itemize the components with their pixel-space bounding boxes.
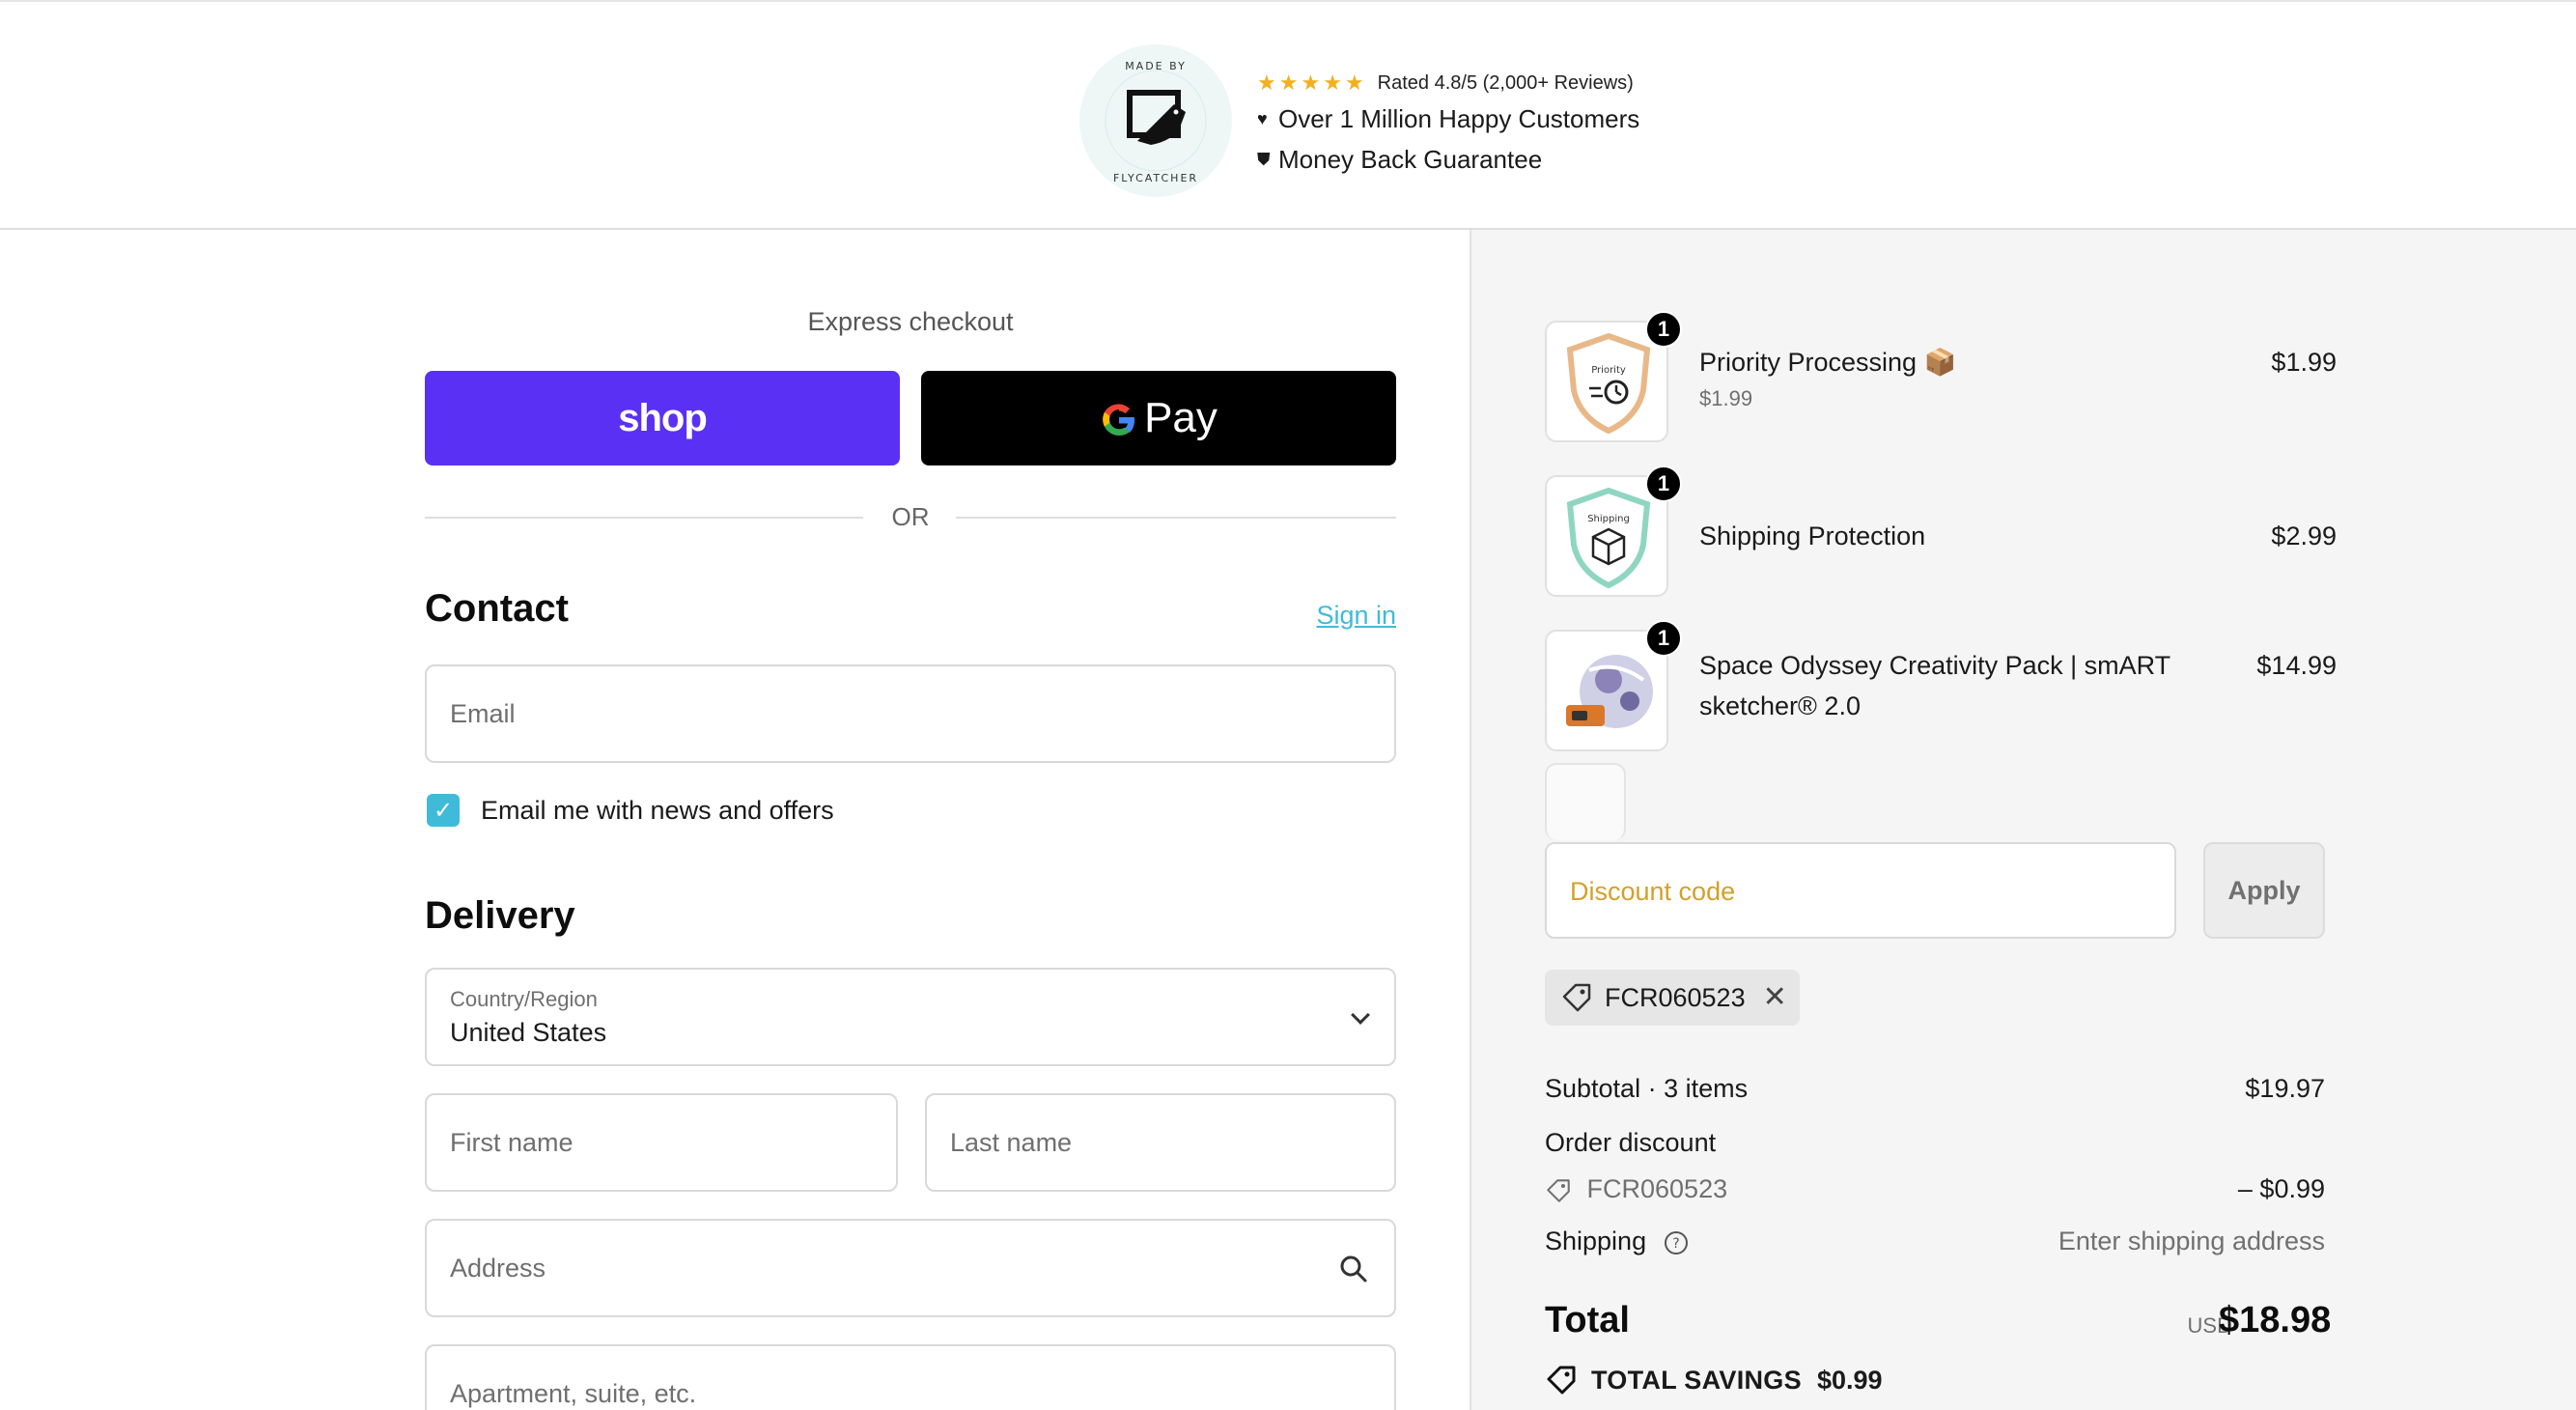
- item-price: $2.99: [2271, 522, 2337, 550]
- subtotal-value: $19.97: [2245, 1074, 2325, 1103]
- email-placeholder: Email: [450, 699, 516, 728]
- search-icon: [1340, 1255, 1367, 1283]
- first-name-placeholder: First name: [450, 1128, 574, 1157]
- google-pay-button[interactable]: Pay: [921, 371, 1396, 465]
- star-icon: ★: [1323, 70, 1342, 95]
- svg-text:FLYCATCHER: FLYCATCHER: [1113, 172, 1198, 184]
- sketcher-product-image: [1566, 655, 1653, 728]
- or-divider: OR: [425, 502, 1396, 531]
- total-value: $18.98: [2219, 1300, 2332, 1340]
- guarantee-text: Money Back Guarantee: [1278, 144, 1543, 174]
- address-placeholder: Address: [450, 1254, 546, 1283]
- rating-stars: ★ ★ ★ ★ ★: [1257, 72, 1364, 94]
- order-discount-code: FCR060523: [1586, 1174, 1728, 1203]
- country-select[interactable]: Country/Region United States: [425, 968, 1396, 1066]
- apartment-field[interactable]: Apartment, suite, etc.: [425, 1344, 1396, 1410]
- applied-discount-code: FCR060523: [1605, 982, 1746, 1012]
- trust-header: MADE BY FLYCATCHER ★ ★ ★ ★ ★ Rated 4.8/5…: [0, 0, 2576, 230]
- discount-placeholder: Discount code: [1570, 877, 1736, 906]
- svg-text:Priority: Priority: [1591, 365, 1626, 376]
- item-price: $14.99: [2256, 651, 2337, 680]
- tag-icon: [1547, 1366, 1576, 1395]
- country-label: Country/Region: [450, 987, 598, 1011]
- apply-discount-button[interactable]: Apply: [2203, 842, 2325, 939]
- item-thumbnail-partial: [1545, 763, 1626, 840]
- subtotal-label: Subtotal · 3 items: [1545, 1074, 1749, 1103]
- delivery-title: Delivery: [425, 894, 575, 937]
- priority-shield-icon: Priority: [1566, 332, 1651, 435]
- shipping-row: Shipping ? Enter shipping address: [1545, 1227, 2325, 1256]
- item-unit-price: $1.99: [1699, 386, 1753, 410]
- or-label: OR: [891, 502, 930, 531]
- shield-icon: ⛊: [1257, 149, 1271, 169]
- apartment-placeholder: Apartment, suite, etc.: [450, 1379, 697, 1408]
- order-discount-label: Order discount: [1545, 1128, 1717, 1157]
- google-g-icon: [1100, 394, 1138, 442]
- remove-discount-icon[interactable]: ✕: [1763, 983, 1787, 1012]
- tag-icon: [1562, 983, 1591, 1012]
- line-item: Priority 1 Priority Processing 📦 $1.99 $…: [1545, 311, 2337, 442]
- item-name-line1: Space Odyssey Creativity Pack | smART: [1699, 651, 2171, 680]
- heart-icon: ♥: [1257, 108, 1268, 128]
- savings-value: $0.99: [1816, 1365, 1883, 1395]
- bird-logo-icon: MADE BY FLYCATCHER: [1084, 49, 1227, 192]
- help-circle-icon[interactable]: ?: [1664, 1230, 1689, 1255]
- shipping-shield-icon: Shipping: [1566, 487, 1651, 589]
- item-price: $1.99: [2271, 348, 2337, 377]
- subtotal-row: Subtotal · 3 items $19.97: [1545, 1074, 2325, 1104]
- last-name-placeholder: Last name: [950, 1128, 1073, 1157]
- newsletter-checkbox[interactable]: ✓: [427, 794, 460, 827]
- quantity-badge: 1: [1645, 620, 1682, 657]
- line-item: Shipping 1 Shipping Protection $2.99: [1545, 465, 2337, 597]
- svg-text:Shipping: Shipping: [1587, 514, 1630, 524]
- shipping-label: Shipping: [1545, 1227, 1647, 1255]
- total-savings: TOTAL SAVINGS $0.99: [1545, 1364, 1883, 1396]
- contact-title: Contact: [425, 587, 569, 630]
- order-discount-code-row: FCR060523 – $0.99: [1545, 1174, 2325, 1204]
- address-field[interactable]: Address: [425, 1219, 1396, 1317]
- express-checkout-label: Express checkout: [807, 307, 1014, 336]
- quantity-badge: 1: [1645, 311, 1682, 348]
- tag-icon: [1547, 1179, 1570, 1202]
- check-icon: ✓: [433, 797, 454, 824]
- star-icon: ★: [1257, 70, 1276, 95]
- item-thumbnail: Priority 1: [1545, 311, 1682, 442]
- item-thumbnail: Shipping 1: [1545, 465, 1682, 597]
- item-thumbnail: 1: [1545, 620, 1682, 751]
- country-value: United States: [450, 1018, 607, 1047]
- item-name: Priority Processing 📦: [1699, 348, 1957, 377]
- gpay-label: Pay: [1144, 394, 1218, 441]
- flycatcher-logo: MADE BY FLYCATCHER: [1079, 44, 1232, 197]
- star-icon: ★: [1344, 70, 1364, 95]
- savings-label: TOTAL SAVINGS: [1591, 1365, 1802, 1395]
- item-name: Shipping Protection: [1699, 522, 1926, 550]
- svg-text:MADE BY: MADE BY: [1125, 60, 1187, 72]
- first-name-field[interactable]: First name: [425, 1093, 898, 1192]
- star-icon: ★: [1278, 70, 1299, 95]
- order-discount-value: – $0.99: [2237, 1174, 2325, 1203]
- star-icon: ★: [1301, 70, 1321, 95]
- shop-pay-button[interactable]: shop: [425, 371, 900, 465]
- sign-in-link[interactable]: Sign in: [1255, 601, 1396, 631]
- discount-code-field[interactable]: Discount code: [1545, 842, 2176, 939]
- last-name-field[interactable]: Last name: [925, 1093, 1396, 1192]
- email-field[interactable]: Email: [425, 664, 1396, 763]
- newsletter-label: Email me with news and offers: [481, 796, 834, 825]
- svg-text:?: ?: [1672, 1236, 1679, 1252]
- item-name-line2: sketcher® 2.0: [1699, 691, 1861, 720]
- applied-discount-chip: FCR060523 ✕: [1545, 970, 1800, 1026]
- line-item: 1 Space Odyssey Creativity Pack | smART …: [1545, 620, 2337, 751]
- customers-text: Over 1 Million Happy Customers: [1278, 103, 1640, 133]
- item-name: Space Odyssey Creativity Pack | smART sk…: [1699, 645, 2170, 726]
- order-discount-row: Order discount: [1545, 1128, 2325, 1158]
- total-label: Total: [1545, 1300, 1630, 1340]
- quantity-badge: 1: [1645, 465, 1682, 502]
- shipping-value: Enter shipping address: [2058, 1227, 2325, 1255]
- trust-block: ★ ★ ★ ★ ★ Rated 4.8/5 (2,000+ Reviews) ♥…: [1257, 68, 1639, 180]
- chevron-down-icon: [1351, 1005, 1370, 1025]
- rating-text: Rated 4.8/5 (2,000+ Reviews): [1377, 71, 1634, 94]
